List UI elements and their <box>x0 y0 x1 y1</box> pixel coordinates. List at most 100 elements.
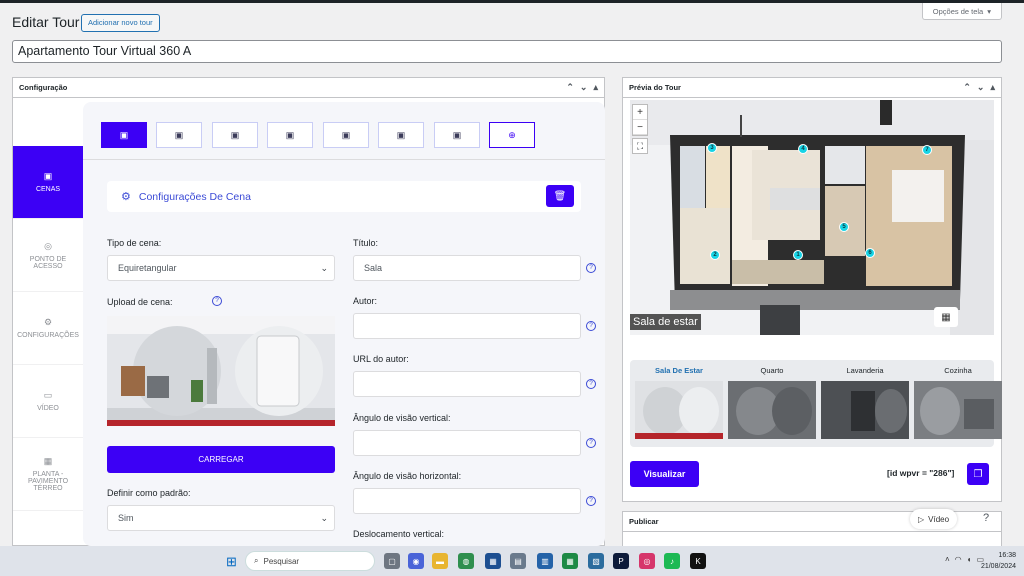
system-tray[interactable]: ˄ ◠ ◖ ▭ <box>945 555 984 564</box>
configuration-panel-header: Configuração ⌃ ⌄ ▴ <box>13 78 604 98</box>
video-icon: ▭ <box>43 390 53 400</box>
video-help-button[interactable]: ▷ Vídeo <box>910 509 958 529</box>
image-icon: ▣ <box>396 129 406 140</box>
app-icon[interactable]: K <box>690 553 706 569</box>
scene-button-5[interactable]: ▣ <box>323 122 369 148</box>
add-new-tour-button[interactable]: Adicionar novo tour <box>81 14 160 32</box>
taskbar-search[interactable]: ⌕ Pesquisar <box>245 551 375 571</box>
author-url-input[interactable] <box>353 371 581 397</box>
hotspot-marker[interactable]: 6 <box>865 248 875 258</box>
thumbnail-image <box>914 381 1002 439</box>
chrome-icon[interactable]: ◍ <box>458 553 474 569</box>
windows-start-icon[interactable]: ⊞ <box>226 554 237 570</box>
image-icon: ▣ <box>285 129 295 140</box>
scene-button-7[interactable]: ▣ <box>434 122 480 148</box>
taskbar-search-placeholder: Pesquisar <box>263 556 300 566</box>
hotspot-marker[interactable]: 7 <box>922 145 932 155</box>
help-icon[interactable]: ? <box>586 379 596 389</box>
thumbnail-image <box>728 381 816 439</box>
title-input[interactable]: Sala <box>353 255 581 281</box>
zoom-in-button[interactable]: + <box>633 105 647 120</box>
app-icon[interactable]: ▦ <box>485 553 501 569</box>
play-icon: ▷ <box>918 514 925 524</box>
tab-cenas[interactable]: ▣ CENAS <box>13 146 83 219</box>
tab-configuracoes[interactable]: ⚙ CONFIGURAÇÕES <box>13 292 83 365</box>
speaker-icon: ◖ <box>966 555 972 564</box>
tab-video[interactable]: ▭ VÍDEO <box>13 365 83 438</box>
wifi-icon: ◠ <box>954 555 962 564</box>
gear-icon: ⚙ <box>43 317 53 327</box>
move-up-icon[interactable]: ⌃ <box>963 82 971 93</box>
scene-button-3[interactable]: ▣ <box>212 122 258 148</box>
file-explorer-icon[interactable]: ▬ <box>432 553 448 569</box>
move-up-icon[interactable]: ⌃ <box>566 82 574 93</box>
view-tour-button[interactable]: Visualizar <box>630 461 699 487</box>
collapse-icon[interactable]: ▴ <box>990 82 995 93</box>
scene-preview-image <box>107 316 335 426</box>
scene-thumbnail[interactable]: Lavanderia <box>821 366 909 439</box>
help-icon[interactable]: ? <box>586 438 596 448</box>
scene-button-4[interactable]: ▣ <box>267 122 313 148</box>
hotspot-marker[interactable]: 3 <box>707 143 717 153</box>
move-down-icon[interactable]: ⌄ <box>977 82 985 93</box>
image-icon: ▣ <box>43 171 53 181</box>
scene-caption: Sala de estar <box>630 314 701 330</box>
zoom-app-icon[interactable]: ◉ <box>408 553 424 569</box>
thumbnail-image <box>635 381 723 439</box>
scene-button-1[interactable]: ▣ <box>101 122 147 148</box>
fullscreen-button[interactable]: ⛶ <box>632 138 648 154</box>
scene-type-select[interactable]: Equiretangular ⌄ <box>107 255 335 281</box>
scene-button-6[interactable]: ▣ <box>378 122 424 148</box>
store-icon[interactable]: ▤ <box>510 553 526 569</box>
horizontal-fov-input[interactable] <box>353 488 581 514</box>
tab-ponto-de-acesso[interactable]: ◎ PONTO DE ACESSO <box>13 219 83 292</box>
docs-icon[interactable]: ▥ <box>537 553 553 569</box>
tab-planta[interactable]: ▦ PLANTA - PAVIMENTO TÉRREO <box>13 438 83 511</box>
spotify-icon[interactable]: ♪ <box>664 553 680 569</box>
admin-top-bar <box>0 0 1024 3</box>
help-icon[interactable]: ? <box>586 496 596 506</box>
copy-shortcode-button[interactable]: ❐ <box>967 463 989 485</box>
clock[interactable]: 16:38 21/08/2024 <box>981 550 1016 572</box>
chevron-up-icon[interactable]: ˄ <box>945 555 950 564</box>
title-value: Sala <box>364 263 383 273</box>
zoom-out-button[interactable]: − <box>633 120 647 135</box>
photoshop-icon[interactable]: P <box>613 553 629 569</box>
tab-cenas-label: CENAS <box>35 186 61 193</box>
scene-thumbnail[interactable]: Cozinha <box>914 366 1002 439</box>
help-icon[interactable]: ? <box>586 263 596 273</box>
task-view-icon[interactable]: ▢ <box>384 553 400 569</box>
hotspot-marker[interactable]: 4 <box>798 144 808 154</box>
video-help-label: Vídeo <box>928 514 950 524</box>
author-input[interactable] <box>353 313 581 339</box>
screen-options-button[interactable]: Opções de tela ▾ <box>921 3 1002 20</box>
sheets-icon[interactable]: ▦ <box>562 553 578 569</box>
instagram-icon[interactable]: ◎ <box>639 553 655 569</box>
image-icon: ▣ <box>119 129 129 140</box>
scene-button-2[interactable]: ▣ <box>156 122 202 148</box>
hotspot-marker[interactable]: 2 <box>710 250 720 260</box>
add-scene-button[interactable]: ⊕ <box>489 122 535 148</box>
panorama-viewer[interactable]: 1 2 3 4 5 6 7 + − ⛶ Sala de estar ▦ <box>630 100 994 335</box>
scene-thumbnail[interactable]: Sala De Estar <box>635 366 723 439</box>
tour-title-input[interactable]: Apartamento Tour Virtual 360 A <box>12 40 1002 63</box>
upload-button[interactable]: CARREGAR <box>107 446 335 473</box>
hotspot-marker[interactable]: 5 <box>839 222 849 232</box>
map-toggle-button[interactable]: ▦ <box>934 307 958 327</box>
default-select[interactable]: Sim ⌄ <box>107 505 335 531</box>
move-down-icon[interactable]: ⌄ <box>580 82 588 93</box>
scene-thumbnail[interactable]: Quarto <box>728 366 816 439</box>
collapse-icon[interactable]: ▴ <box>593 82 598 93</box>
help-icon[interactable]: ? <box>586 321 596 331</box>
delete-scene-button[interactable]: 🗑 <box>546 185 574 207</box>
preview-panel-header: Prévia do Tour ⌃ ⌄ ▴ <box>623 78 1001 98</box>
hotspot-marker[interactable]: 1 <box>793 250 803 260</box>
help-icon[interactable]: ? <box>212 296 222 306</box>
thumbnail-label: Quarto <box>760 366 784 375</box>
vertical-fov-label: Ângulo de visão vertical: <box>353 413 451 423</box>
help-button[interactable]: ? <box>983 512 989 524</box>
image-icon: ▣ <box>174 129 184 140</box>
files-icon[interactable]: ▧ <box>588 553 604 569</box>
vertical-fov-input[interactable] <box>353 430 581 456</box>
screen-options-label: Opções de tela <box>932 6 984 16</box>
